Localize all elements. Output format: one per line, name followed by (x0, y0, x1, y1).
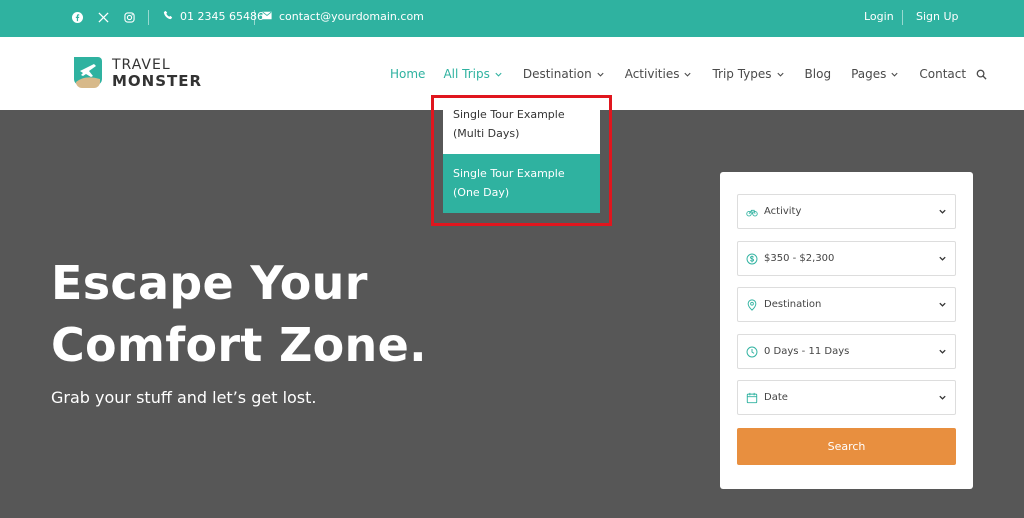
dropdown-highlight-box (431, 95, 612, 226)
phone-contact[interactable]: 01 2345 65486 (163, 10, 264, 23)
location-pin-icon (746, 298, 758, 311)
signup-link[interactable]: Sign Up (916, 10, 959, 23)
nav-item-label: Contact (919, 67, 967, 81)
field-value: Date (764, 392, 788, 403)
field-value: Activity (764, 206, 802, 217)
mail-icon (262, 10, 272, 23)
nav-item-pages[interactable]: Pages (851, 67, 899, 81)
phone-icon (163, 10, 173, 23)
chevron-down-icon (776, 70, 785, 79)
hero-subtitle: Grab your stuff and let’s get lost. (51, 388, 317, 407)
nav-item-label: Destination (522, 67, 592, 81)
nav-item-all-trips[interactable]: All Trips (443, 67, 502, 81)
bicycle-icon (746, 206, 758, 218)
date-select[interactable]: Date (737, 380, 956, 415)
nav-item-label: Pages (851, 67, 887, 81)
logo-line1: TRAVEL (112, 56, 171, 73)
chevron-down-icon (938, 254, 947, 263)
hero-title: Escape Your Comfort Zone. (51, 252, 427, 376)
nav-item-contact[interactable]: Contact (919, 67, 966, 81)
calendar-icon (746, 392, 758, 404)
chevron-down-icon (494, 70, 503, 79)
email-contact[interactable]: contact@yourdomain.com (262, 10, 424, 23)
nav-item-label: Home (390, 67, 426, 81)
chevron-down-icon (890, 70, 899, 79)
field-value: Destination (764, 299, 822, 310)
activity-select[interactable]: Activity (737, 194, 956, 229)
dollar-icon (746, 253, 758, 265)
chevron-down-icon (938, 347, 947, 356)
clock-icon (746, 346, 758, 358)
logo-text: TRAVEL MONSTER (112, 58, 202, 89)
trip-search-form: Activity $350 - $2,300 Destination 0 Day… (720, 172, 973, 489)
search-button[interactable]: Search (737, 428, 956, 465)
field-value: $350 - $2,300 (764, 253, 835, 264)
field-value: 0 Days - 11 Days (764, 346, 850, 357)
x-icon[interactable] (96, 10, 110, 24)
facebook-icon[interactable] (70, 10, 84, 24)
email-address: contact@yourdomain.com (279, 10, 424, 23)
phone-number: 01 2345 65486 (180, 10, 264, 23)
destination-select[interactable]: Destination (737, 287, 956, 322)
social-links (70, 10, 136, 24)
top-bar: 01 2345 65486 contact@yourdomain.com Log… (0, 0, 1024, 37)
logo-line2: MONSTER (112, 71, 203, 90)
site-logo[interactable]: TRAVEL MONSTER (72, 54, 202, 92)
nav-item-label: Trip Types (712, 67, 772, 81)
topbar-divider (902, 10, 903, 25)
hero-title-line1: Escape Your (51, 256, 368, 310)
nav-item-home[interactable]: Home (390, 67, 425, 81)
nav-item-activities[interactable]: Activities (625, 67, 693, 81)
price-range-select[interactable]: $350 - $2,300 (737, 241, 956, 276)
instagram-icon[interactable] (122, 10, 136, 24)
duration-select[interactable]: 0 Days - 11 Days (737, 334, 956, 369)
hero-title-line2: Comfort Zone. (51, 318, 427, 372)
nav-item-trip-types[interactable]: Trip Types (712, 67, 784, 81)
topbar-divider (148, 10, 149, 25)
main-nav: Home All Trips Destination Activities Tr… (390, 67, 987, 81)
nav-item-label: Activities (624, 67, 680, 81)
airplane-logo-icon (72, 54, 104, 92)
chevron-down-icon (938, 207, 947, 216)
nav-item-label: All Trips (443, 67, 490, 81)
chevron-down-icon (938, 393, 947, 402)
nav-item-label: Blog (804, 67, 832, 81)
topbar-divider (254, 10, 255, 25)
nav-item-blog[interactable]: Blog (805, 67, 832, 81)
chevron-down-icon (683, 70, 692, 79)
search-icon[interactable] (976, 69, 987, 80)
login-link[interactable]: Login (864, 10, 894, 23)
chevron-down-icon (596, 70, 605, 79)
chevron-down-icon (938, 300, 947, 309)
nav-item-destination[interactable]: Destination (523, 67, 605, 81)
